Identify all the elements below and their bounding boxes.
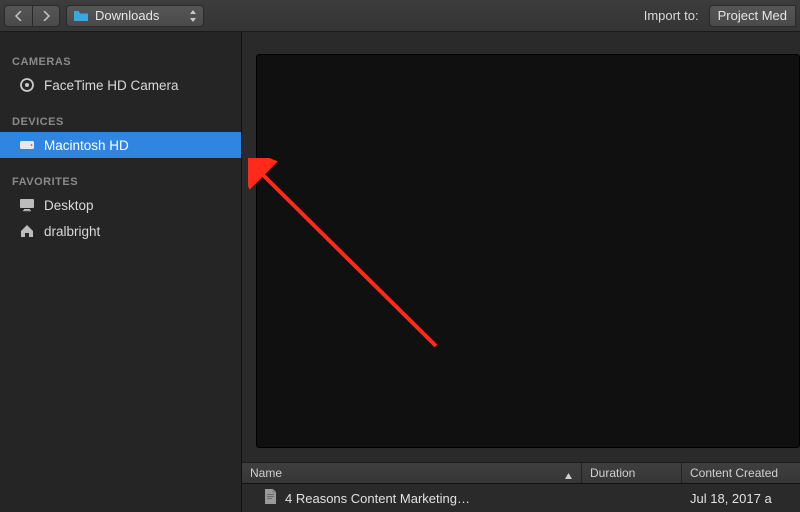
import-target-popup[interactable]: Project Med: [709, 5, 796, 27]
updown-arrows-icon: [189, 10, 197, 22]
preview-pane: [256, 54, 800, 448]
import-to-label: Import to:: [644, 8, 699, 23]
file-created: Jul 18, 2017 a: [690, 491, 772, 506]
camera-ring-icon: [18, 77, 36, 93]
sidebar-item-macintosh-hd[interactable]: Macintosh HD: [0, 132, 241, 158]
desktop-icon: [18, 198, 36, 212]
sidebar-item-home[interactable]: dralbright: [0, 218, 241, 244]
back-button[interactable]: [4, 5, 32, 27]
column-name-label: Name: [250, 466, 282, 480]
column-duration-label: Duration: [590, 466, 635, 480]
column-header: Name Duration Content Created: [242, 462, 800, 484]
sidebar-item-label: Desktop: [44, 198, 94, 213]
section-header-cameras: CAMERAS: [0, 50, 241, 72]
section-header-favorites: FAVORITES: [0, 170, 241, 192]
column-created-label: Content Created: [690, 466, 778, 480]
sidebar-item-label: dralbright: [44, 224, 100, 239]
file-name: 4 Reasons Content Marketing…: [285, 491, 470, 506]
document-icon: [264, 489, 277, 508]
column-content-created[interactable]: Content Created: [682, 463, 800, 483]
nav-segment: [4, 5, 60, 27]
sidebar-item-label: Macintosh HD: [44, 138, 129, 153]
column-name[interactable]: Name: [242, 463, 582, 483]
section-header-devices: DEVICES: [0, 110, 241, 132]
home-icon: [18, 224, 36, 238]
import-window: Downloads Import to: Project Med CAMERAS: [0, 0, 800, 512]
path-label: Downloads: [95, 8, 159, 23]
forward-button[interactable]: [32, 5, 60, 27]
column-duration[interactable]: Duration: [582, 463, 682, 483]
sidebar-item-label: FaceTime HD Camera: [44, 78, 179, 93]
hard-drive-icon: [18, 139, 36, 151]
sidebar: CAMERAS FaceTime HD Camera DEVICES Macin…: [0, 32, 242, 512]
import-target-label: Project Med: [718, 8, 787, 23]
sort-caret-icon: [564, 469, 573, 483]
sidebar-item-facetime-camera[interactable]: FaceTime HD Camera: [0, 72, 241, 98]
file-list: 4 Reasons Content Marketing… Jul 18, 201…: [242, 484, 800, 512]
table-row[interactable]: 4 Reasons Content Marketing… Jul 18, 201…: [242, 484, 800, 512]
folder-icon: [73, 10, 89, 22]
sidebar-item-desktop[interactable]: Desktop: [0, 192, 241, 218]
path-popup[interactable]: Downloads: [66, 5, 204, 27]
main-area: Name Duration Content Created: [242, 32, 800, 512]
toolbar: Downloads Import to: Project Med: [0, 0, 800, 32]
